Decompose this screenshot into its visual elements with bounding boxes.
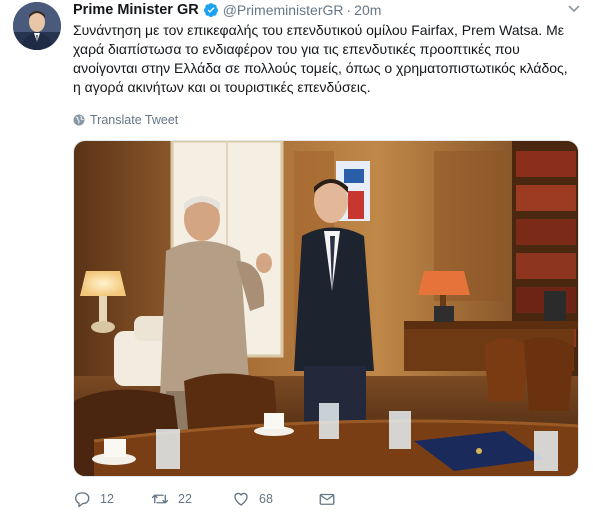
verified-badge-icon <box>203 3 218 17</box>
tweet[interactable]: Prime Minister GR @PrimeministerGR · 20m… <box>0 0 593 523</box>
tweet-text-line: η αγορά ακινήτων και οι τουριστικές επεν… <box>73 79 371 95</box>
chevron-down-icon[interactable] <box>567 2 581 16</box>
tweet-text: Συνάντηση με τον επικεφαλής του επενδυτι… <box>73 21 585 97</box>
direct-message-button[interactable] <box>318 489 348 509</box>
tweet-text-line: Συνάντηση με τον επικεφαλής του επενδυτι… <box>73 22 564 38</box>
like-button[interactable]: 68 <box>232 489 318 509</box>
author-name[interactable]: Prime Minister GR <box>73 2 199 18</box>
tweet-timestamp[interactable]: 20m <box>354 2 381 18</box>
like-count: 68 <box>259 492 273 506</box>
translate-tweet-link[interactable]: Translate Tweet <box>73 112 178 128</box>
globe-icon <box>73 114 85 126</box>
reply-button[interactable]: 12 <box>73 489 153 509</box>
heart-icon <box>234 492 248 506</box>
tweet-text-line: χαρά διαπίστωσα το ενδιαφέρον του για τι… <box>73 41 520 57</box>
avatar-image <box>13 2 61 50</box>
tweet-actions: 12 22 68 <box>73 489 348 509</box>
envelope-icon <box>319 493 335 505</box>
tweet-text-line: ανοίγονται στην Ελλάδα σε πολλούς τομείς… <box>73 60 568 76</box>
reply-count: 12 <box>100 492 114 506</box>
reply-icon <box>75 492 90 508</box>
author-handle[interactable]: @PrimeministerGR <box>223 2 344 18</box>
retweet-count: 22 <box>178 492 192 506</box>
tweet-header: Prime Minister GR @PrimeministerGR · 20m <box>73 1 381 19</box>
retweet-icon <box>151 494 169 504</box>
retweet-button[interactable]: 22 <box>151 489 233 509</box>
tweet-photo[interactable] <box>73 140 579 477</box>
separator-dot: · <box>346 2 352 18</box>
photo-meeting-office <box>74 141 578 476</box>
translate-tweet-label: Translate Tweet <box>90 113 179 127</box>
avatar[interactable] <box>13 2 61 50</box>
